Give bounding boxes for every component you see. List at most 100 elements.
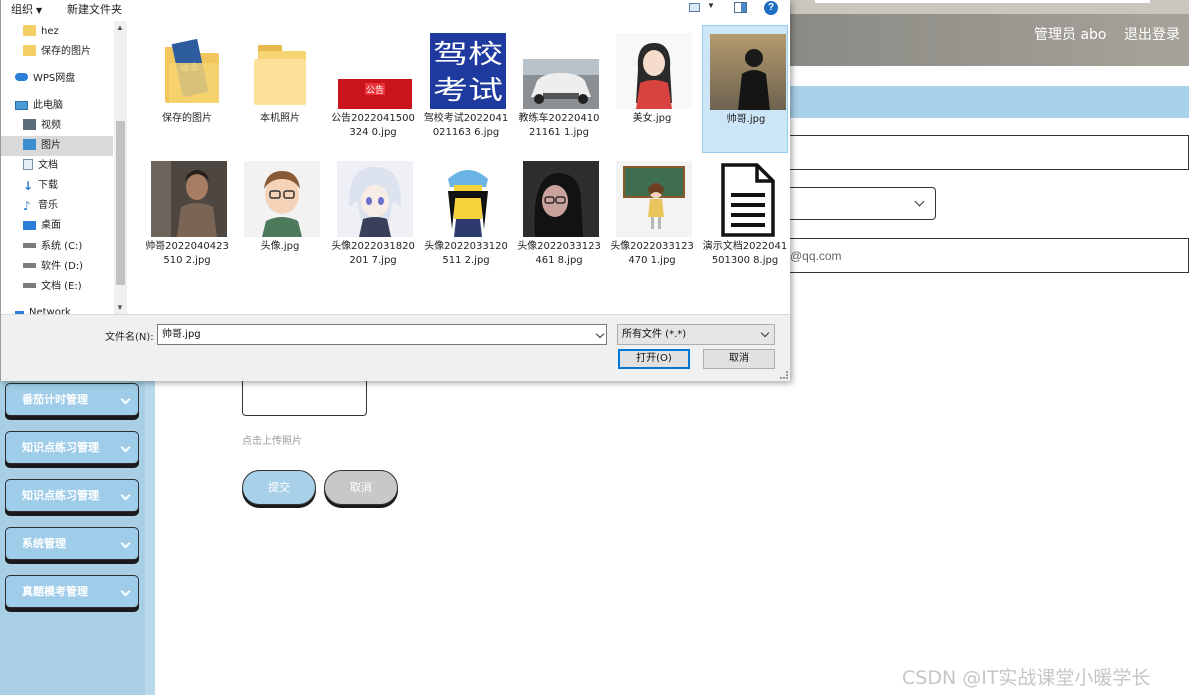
sidebar-item-mock-exam[interactable]: 真题模考管理 xyxy=(5,575,139,608)
input-border xyxy=(790,169,1189,170)
drive-icon xyxy=(23,263,36,268)
nav-item-drive-e[interactable]: 文档 (E:) xyxy=(1,277,113,297)
preview-pane-icon[interactable] xyxy=(734,2,747,13)
video-icon xyxy=(23,119,36,130)
file-item[interactable]: 头像2022031820201 7.jpg xyxy=(330,153,416,281)
scrollbar-thumb[interactable] xyxy=(116,121,125,285)
guy-image-icon xyxy=(151,161,227,237)
file-item[interactable]: 驾校 考试 驾校考试2022041021163 6.jpg xyxy=(423,25,509,153)
nav-item-label: WPS网盘 xyxy=(33,73,76,84)
nav-item-drive-d[interactable]: 软件 (D:) xyxy=(1,257,113,277)
document-icon xyxy=(23,159,33,170)
organize-label: 组织 xyxy=(11,3,33,16)
file-item[interactable]: 本机照片 xyxy=(237,25,323,153)
sidebar-item-knowledge-practice-2[interactable]: 知识点练习管理 xyxy=(5,479,139,512)
sidebar-item-knowledge-practice[interactable]: 知识点练习管理 xyxy=(5,431,139,464)
sidebar-item-label: 知识点练习管理 xyxy=(22,489,99,502)
file-open-dialog: 组织 ▼ 新建文件夹 ▼ ? hez 保存的图片 WPS网盘 此电脑 视频 图片 … xyxy=(0,0,790,381)
resize-grip-icon[interactable] xyxy=(780,371,788,379)
sidebar-item-system[interactable]: 系统管理 xyxy=(5,527,139,560)
nav-item-label: 下载 xyxy=(38,180,58,191)
nav-item-pictures[interactable]: 图片 xyxy=(1,136,113,156)
file-item[interactable]: 美女.jpg xyxy=(609,25,695,153)
dialog-toolbar: 组织 ▼ 新建文件夹 ▼ ? xyxy=(1,0,790,21)
nav-scrollbar[interactable]: ▲ ▼ xyxy=(114,21,127,314)
nav-item-label: 系统 (C:) xyxy=(41,241,83,252)
filename-input[interactable]: 帅哥.jpg xyxy=(157,324,607,345)
filetype-select[interactable]: 所有文件 (*.*) xyxy=(617,324,775,345)
scroll-up-icon[interactable]: ▲ xyxy=(116,23,124,32)
chevron-down-icon xyxy=(760,328,770,338)
desktop-icon xyxy=(23,221,36,230)
avatar-image-icon xyxy=(244,161,320,237)
cartoon-avatar-image-icon xyxy=(430,161,506,237)
dialog-footer: 文件名(N): 帅哥.jpg 所有文件 (*.*) 打开(O) 取消 xyxy=(1,314,790,381)
sidebar-item-label: 系统管理 xyxy=(22,537,66,550)
nav-item-wps-cloud[interactable]: WPS网盘 xyxy=(1,69,113,89)
file-item[interactable]: 头像.jpg xyxy=(237,153,323,281)
file-name: 保存的图片 xyxy=(162,113,212,124)
sidebar-item-label: 真题模考管理 xyxy=(22,585,88,598)
submit-button[interactable]: 提交 xyxy=(242,470,316,505)
file-item[interactable]: 公告 公告2022041500324 0.jpg xyxy=(330,25,416,153)
nav-item-label: hez xyxy=(41,26,59,37)
navigation-pane: hez 保存的图片 WPS网盘 此电脑 视频 图片 文档 ↓ 下载 ♪ 音乐 桌面 … xyxy=(1,21,127,318)
new-folder-button[interactable]: 新建文件夹 xyxy=(67,1,122,17)
anime-avatar-image-icon xyxy=(337,161,413,237)
nav-item-desktop[interactable]: 桌面 xyxy=(1,216,113,236)
cancel-button[interactable]: 取消 xyxy=(324,470,398,505)
file-item[interactable]: 头像2022033123470 1.jpg xyxy=(609,153,695,281)
file-name: 美女.jpg xyxy=(632,113,672,124)
file-name: 演示文档2022041501300 8.jpg xyxy=(702,241,788,266)
input-border xyxy=(790,135,1189,136)
nav-item-videos[interactable]: 视频 xyxy=(1,116,113,136)
folder-icon xyxy=(23,45,36,56)
file-item[interactable]: 头像2022033120511 2.jpg xyxy=(423,153,509,281)
dialog-cancel-button[interactable]: 取消 xyxy=(703,349,775,369)
file-name: 教练车2022041021161 1.jpg xyxy=(518,113,600,138)
download-icon: ↓ xyxy=(23,179,34,193)
nav-item-label: 软件 (D:) xyxy=(41,261,84,272)
cloud-icon xyxy=(15,73,28,81)
nav-item-documents[interactable]: 文档 xyxy=(1,156,113,176)
file-item[interactable]: 演示文档2022041501300 8.jpg xyxy=(702,153,788,281)
nav-item-label: 文档 xyxy=(38,160,58,171)
music-icon: ♪ xyxy=(23,199,31,213)
chevron-down-icon xyxy=(120,394,131,405)
file-item-selected[interactable]: 帅哥.jpg xyxy=(702,25,788,153)
role-select[interactable] xyxy=(790,187,936,220)
photo-upload-box[interactable] xyxy=(242,378,367,416)
nav-item-label: 保存的图片 xyxy=(41,46,91,57)
nav-item-saved-pictures[interactable]: 保存的图片 xyxy=(1,42,113,62)
caret-down-icon: ▼ xyxy=(36,6,43,15)
chevron-down-icon xyxy=(120,586,131,597)
nav-item-music[interactable]: ♪ 音乐 xyxy=(1,196,113,216)
email-field[interactable]: @qq.com xyxy=(790,249,842,263)
file-item[interactable]: 头像2022033123461 8.jpg xyxy=(516,153,602,281)
sidebar-item-pomodoro[interactable]: 番茄计时管理 xyxy=(5,383,139,416)
help-icon[interactable]: ? xyxy=(764,1,778,15)
nav-item-hez[interactable]: hez xyxy=(1,22,113,42)
chevron-down-icon[interactable] xyxy=(595,329,605,339)
nav-item-drive-c[interactable]: 系统 (C:) xyxy=(1,237,113,257)
open-button[interactable]: 打开(O) xyxy=(618,349,690,369)
nav-item-downloads[interactable]: ↓ 下载 xyxy=(1,176,113,196)
file-name: 帅哥.jpg xyxy=(726,114,766,125)
file-item[interactable]: 帅哥2022040423510 2.jpg xyxy=(144,153,230,281)
logout-link[interactable]: 退出登录 xyxy=(1124,24,1180,44)
organize-menu[interactable]: 组织 ▼ xyxy=(11,1,42,17)
caret-down-icon[interactable]: ▼ xyxy=(707,1,715,10)
scroll-down-icon[interactable]: ▼ xyxy=(116,303,124,312)
view-mode-icon[interactable] xyxy=(689,3,700,12)
file-name: 本机照片 xyxy=(260,113,300,124)
file-item[interactable]: 毕业 保存的图片 xyxy=(144,25,230,153)
computer-icon xyxy=(15,101,28,110)
nav-item-label: 桌面 xyxy=(41,220,61,231)
nav-item-this-pc[interactable]: 此电脑 xyxy=(1,96,113,116)
filename-value: 帅哥.jpg xyxy=(162,329,201,340)
filetype-value: 所有文件 (*.*) xyxy=(622,329,687,340)
chevron-down-icon xyxy=(120,442,131,453)
sidebar-item-label: 知识点练习管理 xyxy=(22,441,99,454)
file-item[interactable]: 教练车2022041021161 1.jpg xyxy=(516,25,602,153)
exam-image-icon: 驾校 考试 xyxy=(430,33,506,109)
